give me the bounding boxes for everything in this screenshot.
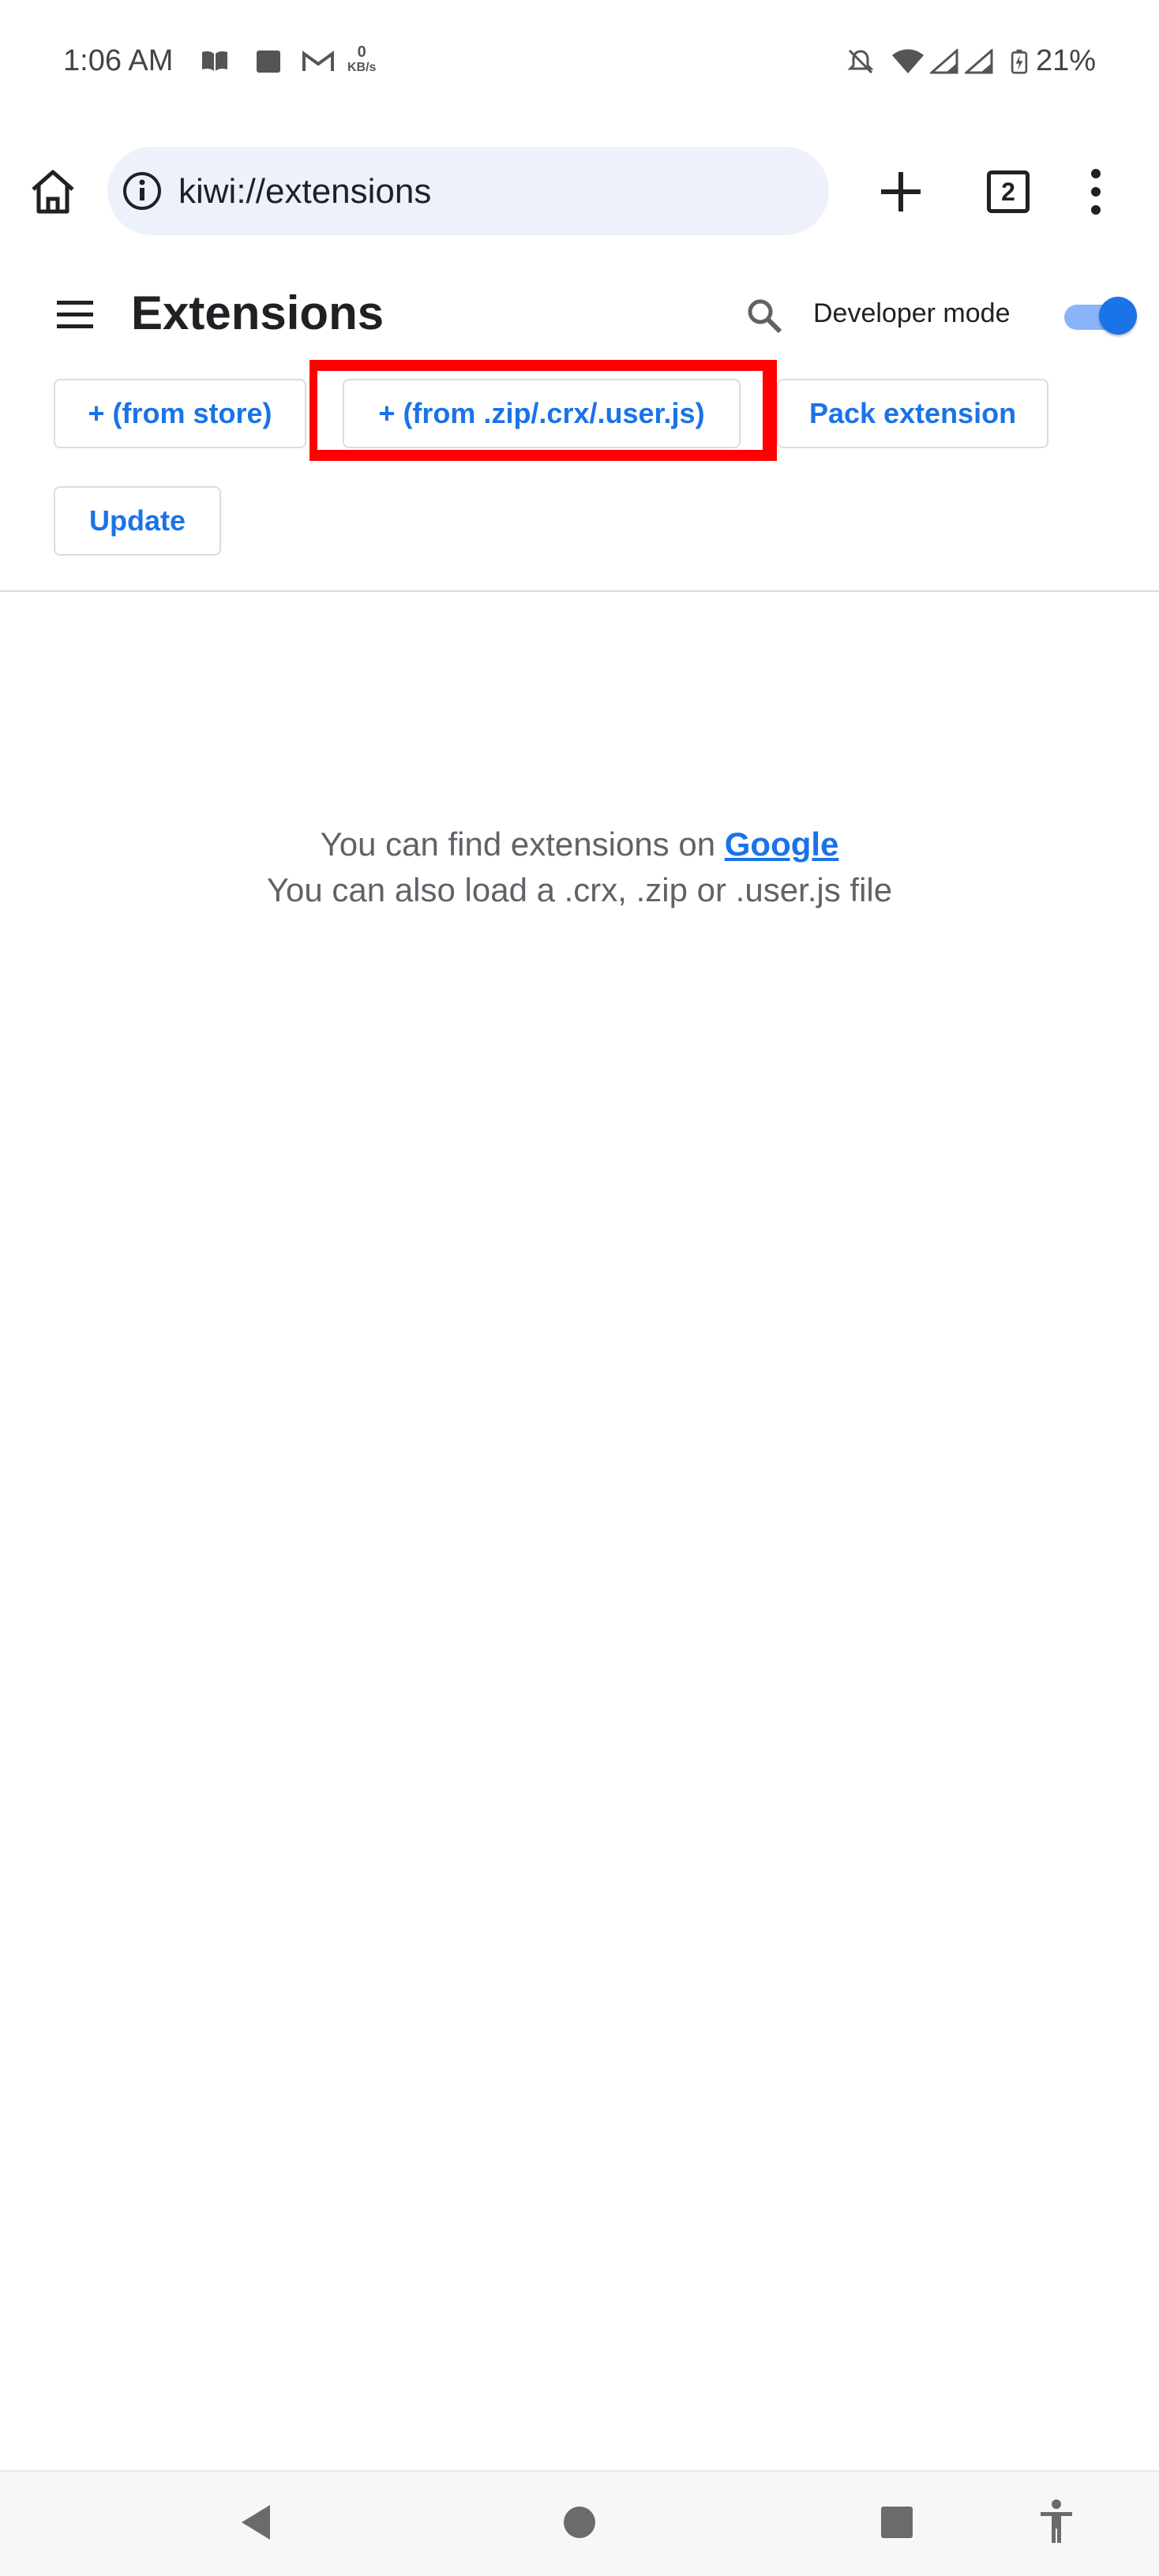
net-speed-unit: KB/s	[347, 61, 377, 74]
book-icon	[202, 51, 227, 71]
pack-extension-label: Pack extension	[808, 397, 1017, 429]
url-text[interactable]: kiwi://extensions	[178, 172, 431, 212]
status-time: 1:06 AM	[63, 44, 174, 77]
back-icon[interactable]	[237, 2502, 275, 2543]
menu-icon[interactable]	[55, 298, 95, 331]
home-circle-icon[interactable]	[561, 2503, 598, 2541]
load-from-file-label: + (from .zip/.crx/.user.js)	[378, 397, 705, 429]
home-icon[interactable]	[27, 166, 79, 218]
tabs-button[interactable]: 2	[987, 170, 1030, 213]
url-bar[interactable]: kiwi://extensions	[107, 147, 829, 235]
battery-percent: 21%	[1036, 44, 1097, 77]
status-bar: 1:06 AM 0 KB/s 21%	[0, 0, 1159, 131]
plus-icon[interactable]	[878, 169, 924, 215]
divider	[0, 590, 1159, 592]
network-speed: 0 KB/s	[347, 44, 376, 76]
google-link[interactable]: Google	[725, 826, 839, 863]
accessibility-icon[interactable]	[1037, 2499, 1075, 2544]
empty-state-prefix: You can find extensions on	[320, 826, 725, 863]
square-icon	[257, 51, 280, 73]
signal-icon	[965, 49, 993, 74]
page-title: Extensions	[131, 286, 384, 339]
tab-count: 2	[1001, 177, 1015, 206]
more-vert-icon[interactable]	[1082, 166, 1110, 218]
load-from-store-button[interactable]: + (from store)	[54, 379, 306, 448]
battery-charging-icon	[1011, 49, 1028, 74]
info-icon[interactable]	[122, 170, 163, 212]
net-speed-value: 0	[357, 43, 366, 61]
load-from-store-label: + (from store)	[88, 397, 272, 429]
system-nav-bar	[0, 2470, 1159, 2576]
update-button[interactable]: Update	[54, 486, 221, 556]
toggle-knob[interactable]	[1099, 297, 1137, 335]
empty-state-line-2: You can also load a .crx, .zip or .user.…	[266, 871, 893, 908]
recents-icon[interactable]	[880, 2505, 914, 2540]
signal-icon	[930, 49, 958, 74]
developer-mode-label: Developer mode	[813, 298, 1011, 328]
empty-state-line-1: You can find extensions on Google	[0, 826, 1159, 863]
search-icon[interactable]	[745, 297, 783, 335]
bell-off-icon	[847, 49, 874, 74]
wifi-icon	[892, 49, 924, 73]
browser-toolbar: kiwi://extensions 2	[0, 131, 1159, 254]
pack-extension-button[interactable]: Pack extension	[777, 379, 1048, 448]
update-label: Update	[88, 504, 186, 537]
gmail-icon	[302, 51, 334, 71]
load-from-file-button[interactable]: + (from .zip/.crx/.user.js)	[343, 379, 741, 448]
